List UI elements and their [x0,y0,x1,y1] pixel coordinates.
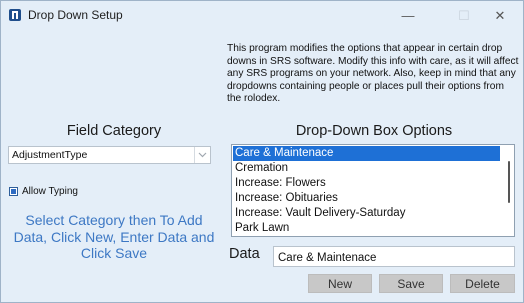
instructions-text: Select Category then To Add Data, Click … [13,212,215,261]
minimize-button[interactable]: — [385,1,431,30]
list-item[interactable]: Increase: Vault Delivery-Saturday [233,206,500,221]
list-scrollbar[interactable] [508,161,510,203]
chevron-down-icon[interactable] [194,147,210,163]
drop-down-setup-window: Drop Down Setup — ☐ ✕ This program modif… [0,0,524,303]
close-button[interactable]: ✕ [477,1,523,30]
list-item[interactable]: Park Lawn [233,221,500,236]
save-button[interactable]: Save [379,274,443,293]
data-label: Data [229,246,260,262]
app-icon [9,9,21,21]
minimize-icon: — [401,8,415,23]
list-item[interactable]: Cremation [233,161,500,176]
window-title: Drop Down Setup [28,8,123,22]
list-item[interactable]: Increase: Flowers [233,176,500,191]
allow-typing-checkbox[interactable] [9,186,18,196]
close-icon: ✕ [494,7,506,23]
data-input[interactable] [273,246,515,267]
new-button[interactable]: New [308,274,372,293]
field-category-value: AdjustmentType [12,149,88,161]
list-item[interactable]: Increase: Obituaries [233,191,500,206]
allow-typing-label: Allow Typing [22,185,78,197]
title-bar: Drop Down Setup — ☐ ✕ [1,1,523,30]
field-category-combobox[interactable]: AdjustmentType [8,146,211,164]
options-heading: Drop-Down Box Options [295,123,453,139]
options-listbox[interactable]: Care & Maintenace Cremation Increase: Fl… [231,144,515,237]
list-item[interactable]: Care & Maintenace [233,146,500,161]
field-category-heading: Field Category [66,123,162,139]
delete-button[interactable]: Delete [450,274,515,293]
allow-typing-row[interactable]: Allow Typing [9,184,78,198]
info-text: This program modifies the options that a… [227,43,519,105]
maximize-icon: ☐ [458,7,470,23]
